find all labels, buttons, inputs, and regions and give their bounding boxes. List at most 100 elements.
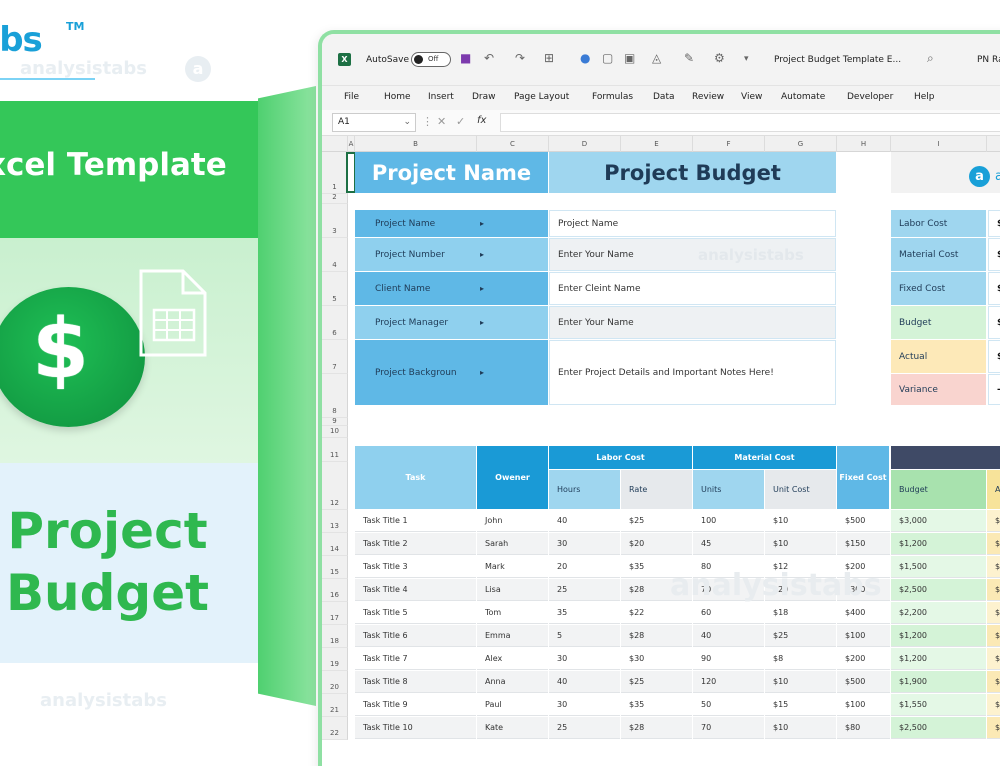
edit-icon[interactable]: ✎	[684, 51, 694, 65]
table-row-unit-cost[interactable]: $25	[765, 625, 836, 647]
summary-value[interactable]: -$	[988, 374, 1000, 405]
row-header-14[interactable]: 14	[322, 533, 348, 556]
col-header-a[interactable]: A	[348, 136, 355, 152]
summary-value[interactable]: $2	[988, 306, 1000, 339]
table-row-owner[interactable]: Mark	[477, 556, 548, 578]
row-header-3[interactable]: 3	[322, 204, 348, 238]
summary-label[interactable]: Fixed Cost	[891, 272, 986, 305]
table-row-task[interactable]: Task Title 3	[355, 556, 476, 578]
table-row-unit-cost[interactable]: $10	[765, 717, 836, 739]
project-budget-header[interactable]: Project Budget	[549, 152, 836, 193]
row-header-6[interactable]: 6	[322, 306, 348, 340]
table-row-actual[interactable]: $2	[987, 602, 1000, 624]
col-header-h[interactable]: H	[837, 136, 891, 152]
table-row-rate[interactable]: $30	[621, 648, 692, 670]
undo-icon[interactable]: ↶	[484, 51, 494, 65]
col-header-g[interactable]: G	[765, 136, 837, 152]
enter-icon[interactable]: ✓	[456, 115, 465, 128]
table-row-budget[interactable]: $2,200	[891, 602, 986, 624]
menu-home[interactable]: Home	[384, 92, 411, 102]
row-header-1[interactable]: 1	[322, 152, 348, 194]
table-row-rate[interactable]: $25	[621, 671, 692, 693]
row-header-15[interactable]: 15	[322, 556, 348, 579]
table-row-task[interactable]: Task Title 5	[355, 602, 476, 624]
table-row-task[interactable]: Task Title 2	[355, 533, 476, 555]
fx-icon[interactable]: fx	[477, 115, 486, 126]
row-header-20[interactable]: 20	[322, 671, 348, 694]
search-icon[interactable]: ⌕	[927, 51, 934, 66]
table-row-rate[interactable]: $35	[621, 694, 692, 716]
table-row-owner[interactable]: Alex	[477, 648, 548, 670]
name-box[interactable]: A1 ⌄	[332, 113, 416, 132]
menu-review[interactable]: Review	[692, 92, 724, 102]
col-header-f[interactable]: F	[693, 136, 765, 152]
formula-bar-menu-icon[interactable]: ⋮	[422, 115, 433, 128]
table-row-owner[interactable]: Lisa	[477, 579, 548, 601]
menu-insert[interactable]: Insert	[428, 92, 454, 102]
table-row-hours[interactable]: 30	[549, 694, 620, 716]
table-row-hours[interactable]: 35	[549, 602, 620, 624]
table-row-task[interactable]: Task Title 4	[355, 579, 476, 601]
summary-value[interactable]: $1	[988, 210, 1000, 237]
autosave-toggle[interactable]: Off	[411, 52, 451, 67]
table-row-fixed[interactable]: $200	[837, 648, 890, 670]
material-cost-header[interactable]: Material Cost	[693, 446, 836, 469]
info-label[interactable]: Project Name	[355, 210, 548, 237]
table-row-task[interactable]: Task Title 1	[355, 510, 476, 532]
table-row-owner[interactable]: Paul	[477, 694, 548, 716]
table-row-owner[interactable]: Sarah	[477, 533, 548, 555]
table-row-fixed[interactable]: $80	[837, 717, 890, 739]
table-row-unit-cost[interactable]: $8	[765, 648, 836, 670]
table-row-budget[interactable]: $1,200	[891, 533, 986, 555]
info-label[interactable]: Project Manager	[355, 306, 548, 339]
table-row-rate[interactable]: $20	[621, 533, 692, 555]
table-row-hours[interactable]: 20	[549, 556, 620, 578]
table-row-unit-cost[interactable]: $10	[765, 510, 836, 532]
table-row-units[interactable]: 50	[693, 694, 764, 716]
table-row-hours[interactable]: 30	[549, 533, 620, 555]
table-row-unit-cost[interactable]: $10	[765, 533, 836, 555]
info-label[interactable]: Project Number	[355, 238, 548, 271]
table-row-fixed[interactable]: $500	[837, 671, 890, 693]
menu-file[interactable]: File	[344, 92, 359, 102]
task-column-header[interactable]: Task	[355, 446, 476, 509]
table-row-task[interactable]: Task Title 10	[355, 717, 476, 739]
summary-label[interactable]: Budget	[891, 306, 986, 339]
col-header-e[interactable]: E	[621, 136, 693, 152]
table-row-fixed[interactable]: $100	[837, 694, 890, 716]
units-header[interactable]: Units	[693, 470, 764, 509]
save-icon[interactable]: ■	[460, 51, 471, 65]
menu-data[interactable]: Data	[653, 92, 675, 102]
col-header-i[interactable]: I	[891, 136, 987, 152]
summary-value[interactable]: $2	[988, 340, 1000, 373]
table-row-task[interactable]: Task Title 7	[355, 648, 476, 670]
table-row-units[interactable]: 70	[693, 717, 764, 739]
info-value[interactable]: Enter Your Name	[549, 306, 836, 339]
summary-label[interactable]: Material Cost	[891, 238, 986, 271]
new-file-icon[interactable]: ▢	[602, 51, 613, 65]
table-row-actual[interactable]: $1	[987, 625, 1000, 647]
menu-page-layout[interactable]: Page Layout	[514, 92, 569, 102]
table-row-units[interactable]: 60	[693, 602, 764, 624]
table-row-rate[interactable]: $25	[621, 510, 692, 532]
table-row-budget[interactable]: $1,550	[891, 694, 986, 716]
table-row-task[interactable]: Task Title 8	[355, 671, 476, 693]
table-row-hours[interactable]: 25	[549, 579, 620, 601]
table-row-unit-cost[interactable]: $10	[765, 671, 836, 693]
table-row-budget[interactable]: $1,200	[891, 648, 986, 670]
table-row-units[interactable]: 45	[693, 533, 764, 555]
owner-column-header[interactable]: Owener	[477, 446, 548, 509]
table-row-rate[interactable]: $22	[621, 602, 692, 624]
budget-header[interactable]: Budget	[891, 470, 986, 509]
info-label[interactable]: Project Backgroun	[355, 340, 548, 405]
hours-header[interactable]: Hours	[549, 470, 620, 509]
customize-icon[interactable]: ▾	[744, 54, 749, 64]
table-row-fixed[interactable]: $150	[837, 533, 890, 555]
row-header-21[interactable]: 21	[322, 694, 348, 717]
table-row-hours[interactable]: 40	[549, 671, 620, 693]
user-name[interactable]: PN Ra	[977, 55, 1000, 65]
summary-label[interactable]: Labor Cost	[891, 210, 986, 237]
table-row-budget[interactable]: $1,900	[891, 671, 986, 693]
table-row-owner[interactable]: John	[477, 510, 548, 532]
row-header-16[interactable]: 16	[322, 579, 348, 602]
